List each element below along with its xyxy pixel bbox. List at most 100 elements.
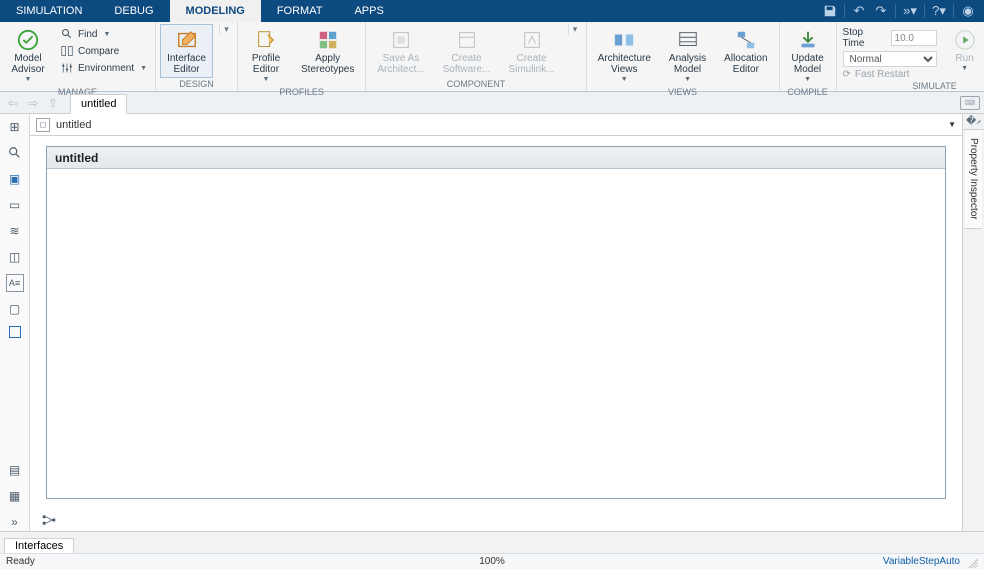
fast-restart-icon: ⟳	[843, 69, 851, 80]
diagnostic-viewer-icon[interactable]	[40, 511, 58, 529]
tab-simulation[interactable]: SIMULATION	[0, 0, 98, 22]
tab-format[interactable]: FORMAT	[261, 0, 339, 22]
stop-time-input[interactable]	[891, 30, 937, 46]
group-views-label: VIEWS	[591, 86, 775, 99]
fit-to-view-icon[interactable]: ▣	[6, 170, 24, 188]
interface-editor-button[interactable]: Interface Editor	[160, 24, 213, 78]
chevron-down-icon: ▼	[621, 76, 628, 83]
design-gallery-expand[interactable]: ▾	[219, 24, 233, 35]
status-zoom[interactable]: 100%	[479, 556, 505, 567]
model-advisor-button[interactable]: Model Advisor ▼	[4, 24, 52, 86]
group-component: Save As Architect... Create Software... …	[366, 22, 586, 91]
toggle-perspective-icon[interactable]: ▭	[6, 196, 24, 214]
fullscreen-icon[interactable]: ◉	[958, 1, 978, 21]
file-tab-untitled[interactable]: untitled	[70, 94, 127, 114]
zoom-icon[interactable]	[6, 144, 24, 162]
search-icon	[60, 27, 74, 41]
property-inspector-tab[interactable]: Property Inspector	[965, 130, 982, 229]
component-gallery-expand[interactable]: ▾	[568, 24, 582, 35]
allocation-editor-button[interactable]: Allocation Editor	[717, 24, 774, 78]
group-component-label: COMPONENT	[370, 78, 581, 91]
canvas-body[interactable]	[47, 169, 945, 498]
status-bar: Ready 100% VariableStepAuto	[0, 553, 984, 569]
environment-button[interactable]: Environment ▼	[56, 60, 151, 76]
image-icon[interactable]: ▢	[6, 300, 24, 318]
undo-icon[interactable]: ↶	[849, 1, 869, 21]
architecture-views-button[interactable]: Architecture Views ▼	[591, 24, 658, 86]
sliders-icon	[60, 61, 74, 75]
update-model-button[interactable]: Update Model ▼	[784, 24, 832, 86]
chevron-down-icon: ▼	[140, 65, 147, 72]
status-left: Ready	[6, 556, 35, 567]
compare-button[interactable]: Compare	[56, 43, 151, 59]
canvas-title: untitled	[47, 147, 945, 169]
run-button[interactable]: Run ▼	[945, 24, 984, 75]
sample-time-icon[interactable]: ≋	[6, 222, 24, 240]
tab-apps[interactable]: APPS	[338, 0, 399, 22]
create-simulink-button: Create Simulink...	[501, 24, 561, 78]
software-icon	[456, 29, 478, 51]
right-dock: �ވ Property Inspector	[962, 114, 984, 531]
tab-interfaces[interactable]: Interfaces	[4, 538, 74, 554]
check-icon	[17, 29, 39, 51]
compare-icon	[60, 44, 74, 58]
left-palette: ⊞ ▣ ▭ ≋ ◫ A≡ ▢ ▤ ▦ »	[0, 114, 30, 531]
update-model-icon	[797, 29, 819, 51]
quick-access-toolbar: ↶ ↷ »▾ ?▾ ◉	[820, 0, 984, 22]
tab-debug[interactable]: DEBUG	[98, 0, 169, 22]
breadcrumb-model[interactable]: untitled	[56, 119, 91, 131]
fast-restart-toggle[interactable]: ⟳ Fast Restart	[843, 68, 937, 80]
apply-stereotypes-button[interactable]: Apply Stereotypes	[294, 24, 361, 78]
group-simulate-label: SIMULATE	[841, 80, 984, 93]
allocation-editor-icon	[735, 29, 757, 51]
model-browser-icon[interactable]: ⊞	[6, 118, 24, 136]
main-area: ⊞ ▣ ▭ ≋ ◫ A≡ ▢ ▤ ▦ » ◻ untitled ▼ untitl…	[0, 114, 984, 531]
requirements-icon[interactable]: ▤	[6, 461, 24, 479]
annotation-icon[interactable]: A≡	[6, 274, 24, 292]
profile-editor-button[interactable]: Profile Editor ▼	[242, 24, 290, 86]
status-solver[interactable]: VariableStepAuto	[883, 556, 960, 567]
chevron-down-icon: ▼	[263, 76, 270, 83]
variant-icon[interactable]: ◫	[6, 248, 24, 266]
solver-mode-select[interactable]: Normal	[843, 51, 937, 67]
help-icon[interactable]: ?▾	[929, 1, 949, 21]
breadcrumb-dropdown-icon[interactable]: ▼	[948, 120, 956, 129]
chevron-down-icon: ▼	[684, 76, 691, 83]
architecture-views-icon	[613, 29, 635, 51]
group-compile: Update Model ▼ COMPILE	[780, 22, 837, 91]
simulink-icon	[521, 29, 543, 51]
stop-time-label: Stop Time	[843, 27, 887, 49]
analysis-model-icon	[677, 29, 699, 51]
tab-modeling[interactable]: MODELING	[170, 0, 261, 22]
find-button[interactable]: Find ▼	[56, 26, 151, 42]
keyboard-icon[interactable]: ⌨	[960, 96, 980, 110]
area-icon[interactable]	[9, 326, 21, 338]
group-design-label: DESIGN	[160, 78, 233, 91]
group-profiles-label: PROFILES	[242, 86, 361, 99]
nav-back-icon[interactable]: ⇦	[4, 94, 22, 112]
group-compile-label: COMPILE	[784, 86, 832, 99]
canvas-column: ◻ untitled ▼ untitled	[30, 114, 962, 531]
canvas[interactable]: untitled	[46, 146, 946, 499]
resize-grip-icon[interactable]	[966, 556, 978, 568]
group-views: Architecture Views ▼ Analysis Model ▼ Al…	[587, 22, 780, 91]
group-profiles: Profile Editor ▼ Apply Stereotypes PROFI…	[238, 22, 366, 91]
analysis-model-button[interactable]: Analysis Model ▼	[662, 24, 713, 86]
nav-up-icon[interactable]: ⇧	[44, 94, 62, 112]
model-hierarchy-icon[interactable]: ◻	[36, 118, 50, 132]
save-icon[interactable]	[820, 1, 840, 21]
bottom-tab-bar: Interfaces	[0, 531, 984, 553]
interface-editor-icon	[176, 29, 198, 51]
expand-palette-icon[interactable]: »	[6, 513, 24, 531]
overflow-icon[interactable]: »▾	[900, 1, 920, 21]
redo-icon[interactable]: ↷	[871, 1, 891, 21]
right-dock-collapse-icon[interactable]: �ވ	[963, 114, 984, 130]
profile-editor-icon	[255, 29, 277, 51]
model-data-icon[interactable]: ▦	[6, 487, 24, 505]
chevron-down-icon: ▼	[804, 76, 811, 83]
group-design: Interface Editor ▾ DESIGN	[156, 22, 238, 91]
nav-forward-icon[interactable]: ⇨	[24, 94, 42, 112]
group-manage: Model Advisor ▼ Find ▼ Compare Environme…	[0, 22, 156, 91]
play-icon	[954, 29, 976, 51]
chevron-down-icon: ▼	[961, 65, 968, 72]
